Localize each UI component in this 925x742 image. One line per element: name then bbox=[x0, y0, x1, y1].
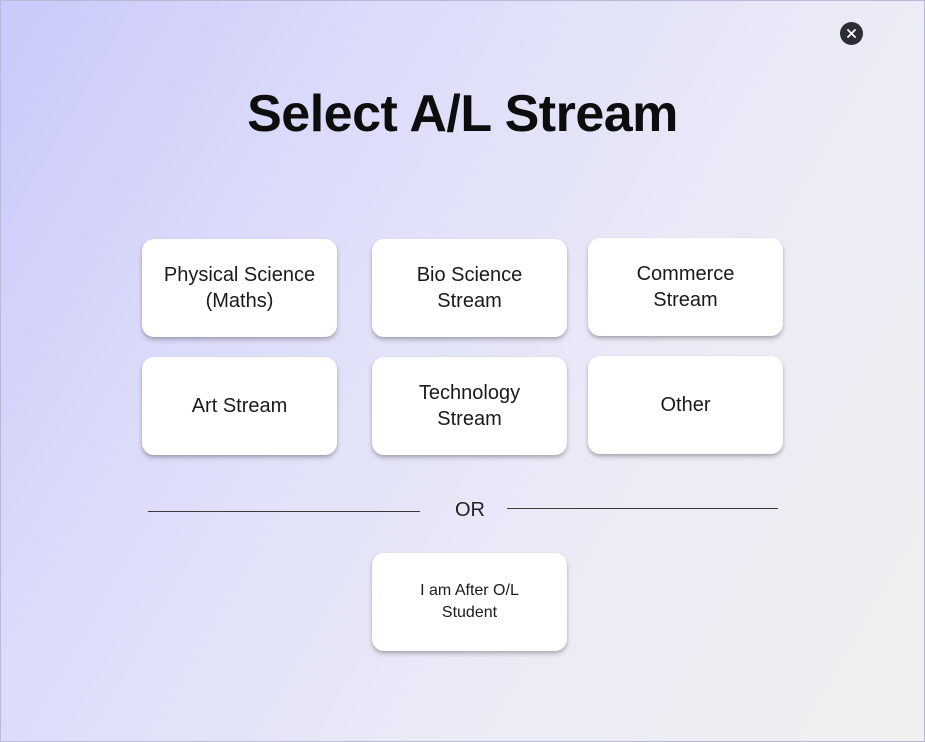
close-button[interactable] bbox=[840, 22, 863, 45]
stream-option-technology[interactable]: Technology Stream bbox=[372, 357, 567, 455]
stream-option-other[interactable]: Other bbox=[588, 356, 783, 454]
stream-option-physical-science[interactable]: Physical Science (Maths) bbox=[142, 239, 337, 337]
stream-option-label: Other bbox=[660, 394, 711, 416]
stream-option-label: Commerce Stream bbox=[636, 263, 735, 311]
close-icon bbox=[847, 29, 856, 38]
after-ol-student-button[interactable]: I am After O/L Student bbox=[372, 553, 567, 651]
stream-option-label: Physical Science (Maths) bbox=[163, 264, 316, 312]
stream-option-bio-science[interactable]: Bio Science Stream bbox=[372, 239, 567, 337]
stream-option-commerce[interactable]: Commerce Stream bbox=[588, 238, 783, 336]
divider-left bbox=[148, 511, 420, 512]
stream-option-art[interactable]: Art Stream bbox=[142, 357, 337, 455]
stream-option-label: Technology Stream bbox=[418, 382, 521, 430]
or-separator: OR bbox=[455, 499, 485, 521]
stream-option-label: Bio Science Stream bbox=[416, 264, 523, 312]
after-ol-student-label: I am After O/L Student bbox=[420, 582, 519, 621]
page-title: Select A/L Stream bbox=[247, 85, 678, 143]
stream-option-label: Art Stream bbox=[191, 395, 288, 417]
divider-right bbox=[507, 508, 778, 509]
